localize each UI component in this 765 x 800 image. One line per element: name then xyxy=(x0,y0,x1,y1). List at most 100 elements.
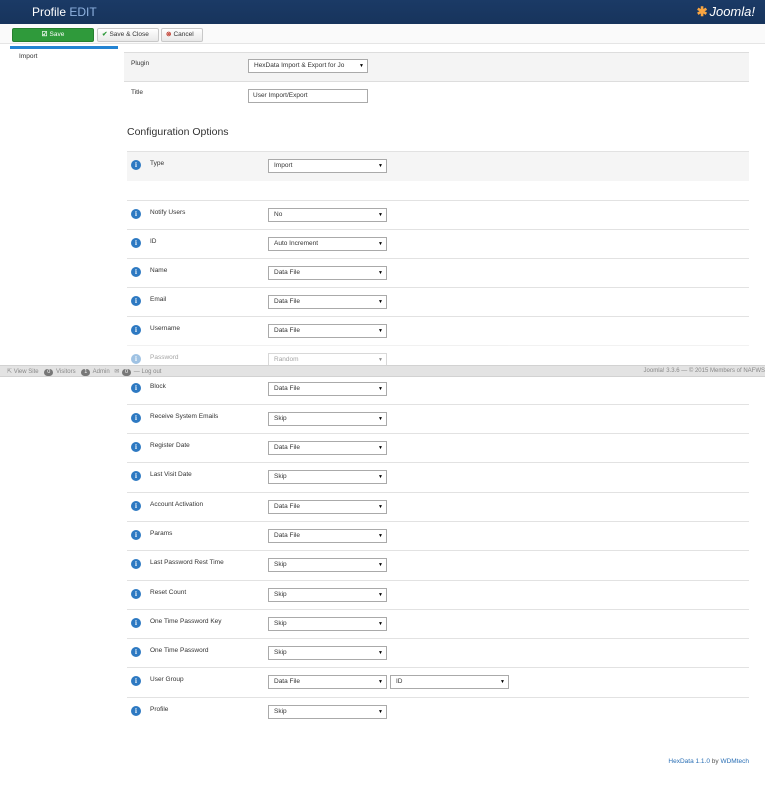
toolbar: ☑ Save ✔ Save & Close ⊗ Cancel xyxy=(0,24,765,44)
caret-down-icon: ▼ xyxy=(378,357,383,363)
config-row-last-password-reset-time: i Last Password Rest Time Skip ▼ xyxy=(127,550,749,579)
reset-count-select[interactable]: Skip ▼ xyxy=(268,588,387,602)
info-icon[interactable]: i xyxy=(131,530,141,540)
config-row-one-time-password-key: i One Time Password Key Skip ▼ xyxy=(127,609,749,638)
block-select[interactable]: Data File ▼ xyxy=(268,382,387,396)
receive-system-emails-select[interactable]: Skip ▼ xyxy=(268,412,387,426)
config-row-username: i Username Data File ▼ xyxy=(127,316,749,345)
page-title-main: Profile xyxy=(32,5,67,19)
info-icon[interactable]: i xyxy=(131,442,141,452)
footer-by: by xyxy=(711,758,719,765)
name-select[interactable]: Data File ▼ xyxy=(268,266,387,280)
caret-down-icon: ▼ xyxy=(378,650,383,656)
joomla-logo[interactable]: ✱ Joomla! xyxy=(697,4,755,20)
caret-down-icon: ▼ xyxy=(378,416,383,422)
save-button[interactable]: ☑ Save xyxy=(12,28,94,42)
caret-down-icon: ▼ xyxy=(378,504,383,510)
config-row-one-time-password: i One Time Password Skip ▼ xyxy=(127,638,749,667)
joomla-logo-icon: ✱ xyxy=(696,4,708,19)
last-visit-date-select[interactable]: Skip ▼ xyxy=(268,470,387,484)
info-icon[interactable]: i xyxy=(131,559,141,569)
logout-link[interactable]: Log out xyxy=(141,369,161,375)
config-heading: Configuration Options xyxy=(127,126,229,138)
admin-label[interactable]: Admin xyxy=(93,369,110,375)
info-icon[interactable]: i xyxy=(131,413,141,423)
caret-down-icon: ▼ xyxy=(378,163,383,169)
info-icon[interactable]: i xyxy=(131,589,141,599)
config-row-user-group: i User Group Data File ▼ ID ▼ xyxy=(127,667,749,696)
cancel-button[interactable]: ⊗ Cancel xyxy=(161,28,203,42)
caret-down-icon: ▼ xyxy=(378,709,383,715)
info-icon[interactable]: i xyxy=(131,383,141,393)
save-icon: ☑ xyxy=(41,31,48,38)
config-row-notify-users: i Notify Users No ▼ xyxy=(127,200,749,229)
info-icon[interactable]: i xyxy=(131,676,141,686)
caret-down-icon: ▼ xyxy=(378,679,383,685)
info-icon[interactable]: i xyxy=(131,471,141,481)
checkmark-icon: ✔ xyxy=(102,31,108,38)
caret-down-icon: ▼ xyxy=(359,63,364,69)
notify-users-select[interactable]: No ▼ xyxy=(268,208,387,222)
caret-down-icon: ▼ xyxy=(378,474,383,480)
username-select[interactable]: Data File ▼ xyxy=(268,324,387,338)
caret-down-icon: ▼ xyxy=(378,621,383,627)
caret-down-icon: ▼ xyxy=(378,328,383,334)
info-icon[interactable]: i xyxy=(131,238,141,248)
profile-select[interactable]: Skip ▼ xyxy=(268,705,387,719)
page: Profile EDIT ✱ Joomla! ☑ Save ✔ Save & Clos… xyxy=(0,0,765,800)
type-select[interactable]: Import ▼ xyxy=(268,159,387,173)
caret-down-icon: ▼ xyxy=(378,445,383,451)
external-link-icon: ⇱ xyxy=(7,369,13,375)
save-close-button[interactable]: ✔ Save & Close xyxy=(97,28,159,42)
caret-down-icon: ▼ xyxy=(378,592,383,598)
config-row-block: i Block Data File ▼ xyxy=(127,375,749,404)
info-icon[interactable]: i xyxy=(131,354,141,364)
config-row-last-visit-date: i Last Visit Date Skip ▼ xyxy=(127,462,749,491)
sidebar-item-import[interactable]: Import xyxy=(19,53,37,60)
password-select[interactable]: Random ▼ xyxy=(268,353,387,365)
config-row-type: i Type Import ▼ xyxy=(127,151,749,181)
title-label: Title xyxy=(131,89,144,96)
register-date-select[interactable]: Data File ▼ xyxy=(268,441,387,455)
config-row-profile: i Profile Skip ▼ xyxy=(127,697,749,726)
user-group-select[interactable]: Data File ▼ xyxy=(268,675,387,689)
view-site-link[interactable]: View Site xyxy=(14,369,39,375)
visitors-label[interactable]: Visitors xyxy=(56,369,76,375)
vendor-link[interactable]: WDMtech xyxy=(720,758,749,765)
params-select[interactable]: Data File ▼ xyxy=(268,529,387,543)
one-time-password-select[interactable]: Skip ▼ xyxy=(268,646,387,660)
config-row-email: i Email Data File ▼ xyxy=(127,287,749,316)
config-row-register-date: i Register Date Data File ▼ xyxy=(127,433,749,462)
id-select[interactable]: Auto Increment ▼ xyxy=(268,237,387,251)
user-group-field-select[interactable]: ID ▼ xyxy=(390,675,509,689)
info-icon[interactable]: i xyxy=(131,618,141,628)
header-bar: Profile EDIT ✱ Joomla! xyxy=(0,0,765,24)
joomla-logo-text: Joomla! xyxy=(709,4,755,19)
info-icon[interactable]: i xyxy=(131,296,141,306)
email-select[interactable]: Data File ▼ xyxy=(268,295,387,309)
info-icon[interactable]: i xyxy=(131,647,141,657)
info-icon[interactable]: i xyxy=(131,325,141,335)
config-row-account-activation: i Account Activation Data File ▼ xyxy=(127,492,749,521)
config-row-id: i ID Auto Increment ▼ xyxy=(127,229,749,258)
one-time-password-key-select[interactable]: Skip ▼ xyxy=(268,617,387,631)
product-link[interactable]: HexData 1.1.0 xyxy=(668,758,710,765)
sidebar-active-indicator xyxy=(10,46,118,49)
message-icon: ✉ xyxy=(114,369,120,375)
caret-down-icon: ▼ xyxy=(500,679,505,685)
info-icon[interactable]: i xyxy=(131,209,141,219)
status-bar-links: ⇱ View Site 0 Visitors 1 Admin ✉ 0 — Log… xyxy=(7,368,161,376)
caret-down-icon: ▼ xyxy=(378,562,383,568)
plugin-row: Plugin HexData Import & Export for Jo ▼ xyxy=(124,52,749,82)
info-icon[interactable]: i xyxy=(131,706,141,716)
account-activation-select[interactable]: Data File ▼ xyxy=(268,500,387,514)
config-row-name: i Name Data File ▼ xyxy=(127,258,749,287)
info-icon[interactable]: i xyxy=(131,501,141,511)
title-input[interactable]: User Import/Export xyxy=(248,89,368,103)
info-icon[interactable]: i xyxy=(131,267,141,277)
status-bar: ⇱ View Site 0 Visitors 1 Admin ✉ 0 — Log… xyxy=(0,365,765,377)
plugin-select[interactable]: HexData Import & Export for Jo ▼ xyxy=(248,59,368,73)
messages-count-badge[interactable]: 0 xyxy=(122,369,132,376)
last-password-reset-time-select[interactable]: Skip ▼ xyxy=(268,558,387,572)
info-icon[interactable]: i xyxy=(131,160,141,170)
